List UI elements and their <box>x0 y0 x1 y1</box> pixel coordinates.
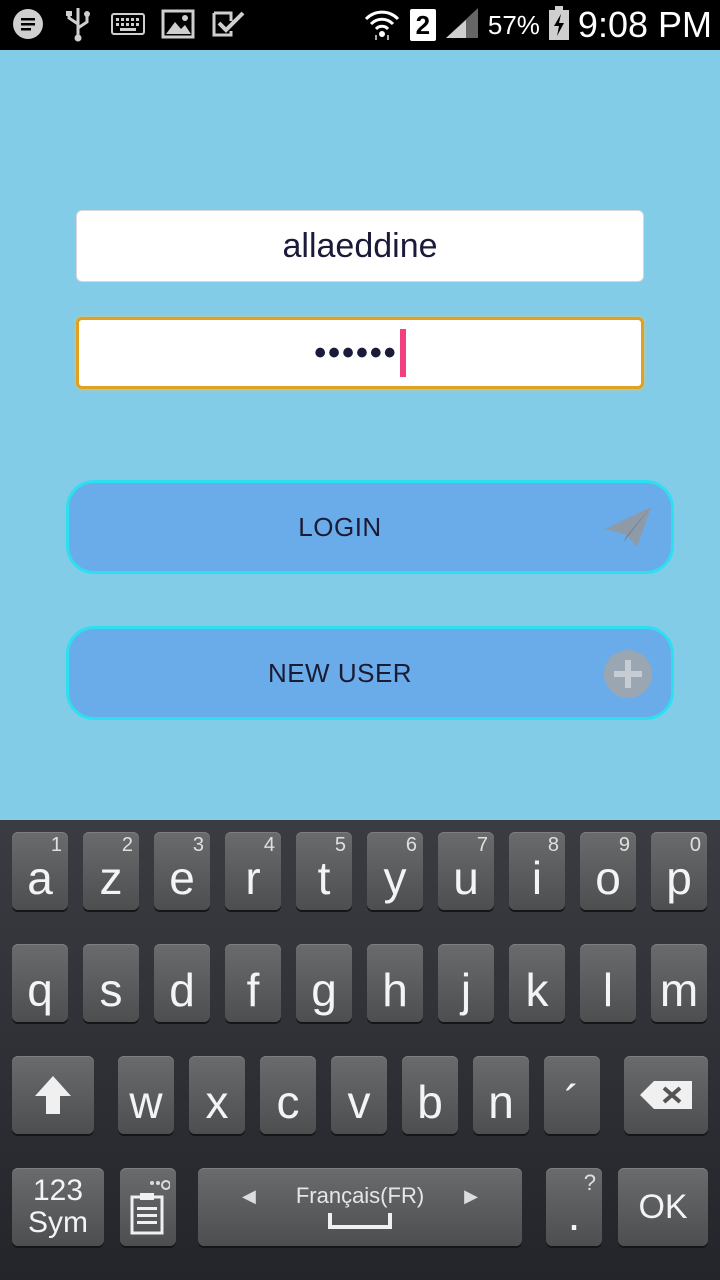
checkmark-icon <box>210 6 246 42</box>
language-prev-icon: ◀ <box>241 1185 256 1206</box>
key-i[interactable]: 8i <box>509 832 565 910</box>
key-label: m <box>659 964 699 1016</box>
key-m[interactable]: m <box>651 944 707 1022</box>
send-icon <box>605 507 651 547</box>
key-label: t <box>317 852 331 904</box>
text-cursor <box>399 329 406 377</box>
key-label: v <box>347 1076 371 1128</box>
language-label: Français(FR) <box>295 1183 425 1208</box>
key-e[interactable]: 3e <box>154 832 210 910</box>
key-y[interactable]: 6y <box>367 832 423 910</box>
clipboard-key[interactable] <box>120 1168 176 1246</box>
period-key[interactable]: ? . <box>546 1168 602 1246</box>
key-label: ´ <box>564 1076 580 1128</box>
backspace-key[interactable] <box>624 1056 708 1134</box>
key-label: x <box>205 1076 229 1128</box>
keyboard-icon <box>110 6 146 42</box>
key-s[interactable]: s <box>83 944 139 1022</box>
space-bar-icon <box>328 1213 392 1229</box>
key-c[interactable]: c <box>260 1056 316 1134</box>
key-label: w <box>129 1076 163 1128</box>
key-g[interactable]: g <box>296 944 352 1022</box>
clipboard-icon <box>130 1180 170 1235</box>
symbols-key[interactable]: 123 Sym <box>12 1168 104 1246</box>
key-label: b <box>417 1076 443 1128</box>
key-t[interactable]: 5t <box>296 832 352 910</box>
key-label: d <box>169 964 195 1016</box>
key-w[interactable]: w <box>118 1056 174 1134</box>
key-label: a <box>27 852 53 904</box>
key-label: r <box>245 852 261 904</box>
symbols-key-line1: 123 <box>32 1174 84 1207</box>
symbols-key-line2: Sym <box>28 1206 88 1239</box>
shift-key[interactable] <box>12 1056 94 1134</box>
key-label: c <box>276 1076 300 1128</box>
key-v[interactable]: v <box>331 1056 387 1134</box>
key-n[interactable]: n <box>473 1056 529 1134</box>
key-label: i <box>531 852 543 904</box>
period-key-label: . <box>567 1188 581 1240</box>
message-icon <box>10 6 46 42</box>
image-icon <box>160 6 196 42</box>
key-q[interactable]: q <box>12 944 68 1022</box>
key-label: n <box>488 1076 514 1128</box>
key-label: f <box>246 964 260 1016</box>
clock: 9:08 PM <box>577 4 712 45</box>
key-acute-accent[interactable]: ´ <box>544 1056 600 1134</box>
new-user-button-label: NEW USER <box>267 657 413 688</box>
key-h[interactable]: h <box>367 944 423 1022</box>
add-circle-icon <box>604 650 652 698</box>
key-label: p <box>666 852 692 904</box>
space-key[interactable]: ◀ Français(FR) ▶ <box>198 1168 522 1246</box>
key-label: l <box>602 964 614 1016</box>
status-bar: 2 57% 9:08 PM <box>0 0 720 50</box>
key-label: y <box>383 852 407 904</box>
key-label: k <box>525 964 549 1016</box>
key-a[interactable]: 1a <box>12 832 68 910</box>
login-button[interactable]: LOGIN <box>66 480 674 574</box>
key-b[interactable]: b <box>402 1056 458 1134</box>
login-screen: allaeddine •••••• LOGIN NEW USER <box>0 50 720 820</box>
new-user-button[interactable]: NEW USER <box>66 626 674 720</box>
key-x[interactable]: x <box>189 1056 245 1134</box>
key-label: h <box>382 964 408 1016</box>
key-label: o <box>595 852 621 904</box>
battery-charging-icon <box>548 5 570 46</box>
key-label: g <box>311 964 337 1016</box>
wifi-icon <box>362 5 402 46</box>
key-k[interactable]: k <box>509 944 565 1022</box>
key-f[interactable]: f <box>225 944 281 1022</box>
key-d[interactable]: d <box>154 944 210 1022</box>
key-label: u <box>453 852 479 904</box>
login-button-label: LOGIN <box>298 511 382 542</box>
key-u[interactable]: 7u <box>438 832 494 910</box>
username-input[interactable]: allaeddine <box>76 210 644 282</box>
shift-arrow-icon <box>35 1076 71 1114</box>
key-label: e <box>169 852 195 904</box>
key-label: z <box>99 852 123 904</box>
key-o[interactable]: 9o <box>580 832 636 910</box>
backspace-icon <box>640 1081 692 1109</box>
key-label: s <box>99 964 123 1016</box>
on-screen-keyboard: 1 a 2 z 3 e 4 r 5 t 6 y 7 u 8 i 9 o 0 p q s d f g h j k l m w x c v b n ´ 12… <box>0 820 720 1280</box>
language-next-icon: ▶ <box>464 1185 479 1206</box>
battery-percentage: 57% <box>487 9 540 40</box>
usb-icon <box>60 6 96 42</box>
signal-icon <box>444 6 480 45</box>
password-value: •••••• <box>314 333 398 372</box>
username-value: allaeddine <box>282 226 438 265</box>
ok-key[interactable]: OK <box>618 1168 708 1246</box>
key-l[interactable]: l <box>580 944 636 1022</box>
key-r[interactable]: 4r <box>225 832 281 910</box>
ok-key-label: OK <box>638 1187 688 1226</box>
key-p[interactable]: 0p <box>651 832 707 910</box>
key-z[interactable]: 2z <box>83 832 139 910</box>
key-label: q <box>27 964 53 1016</box>
sim-slot-badge: 2 <box>409 9 436 41</box>
key-j[interactable]: j <box>438 944 494 1022</box>
key-label: j <box>460 964 472 1016</box>
password-input[interactable]: •••••• <box>76 317 644 389</box>
